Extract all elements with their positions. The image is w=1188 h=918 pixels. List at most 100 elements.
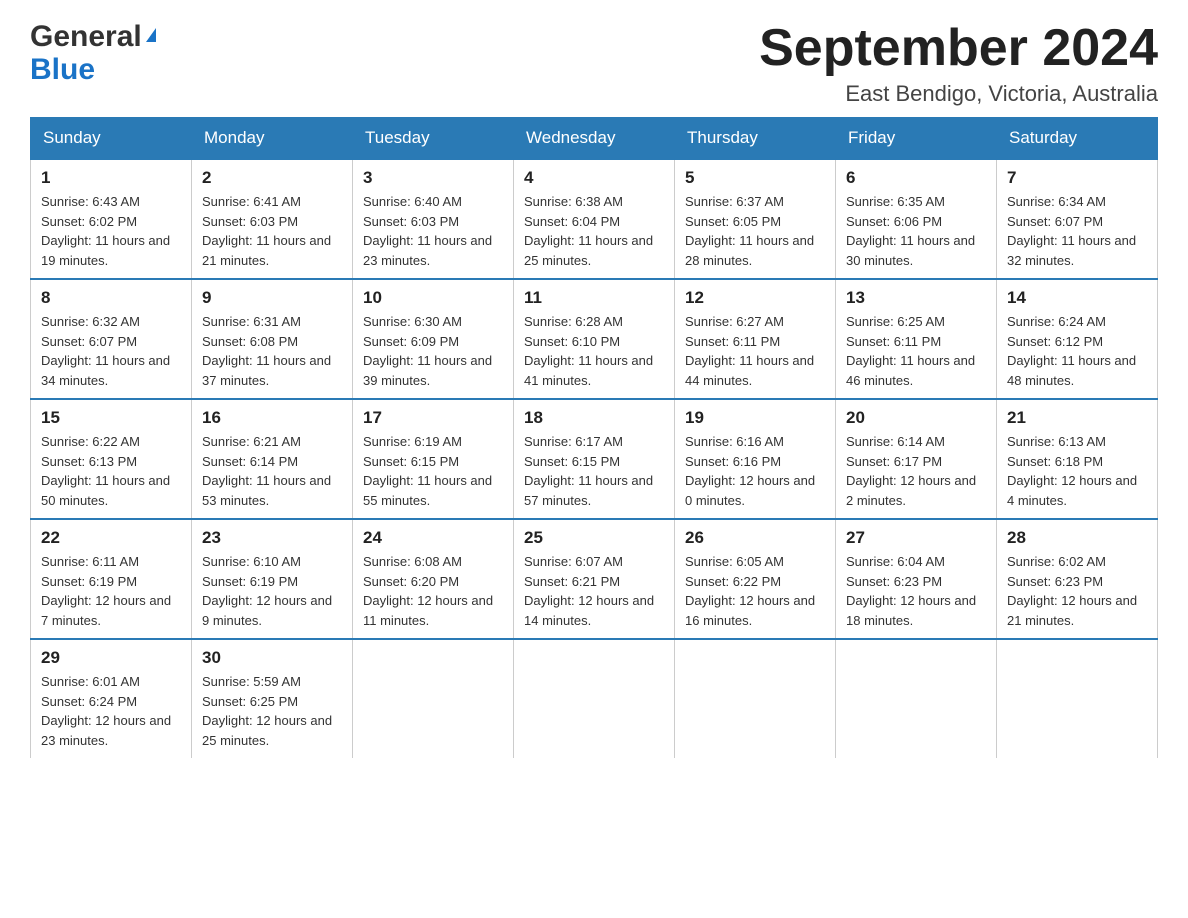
day-info: Sunrise: 6:13 AMSunset: 6:18 PMDaylight:… xyxy=(1007,432,1147,510)
calendar-cell: 9 Sunrise: 6:31 AMSunset: 6:08 PMDayligh… xyxy=(192,279,353,399)
day-info: Sunrise: 6:38 AMSunset: 6:04 PMDaylight:… xyxy=(524,192,664,270)
day-info: Sunrise: 6:43 AMSunset: 6:02 PMDaylight:… xyxy=(41,192,181,270)
day-number: 8 xyxy=(41,288,181,308)
day-info: Sunrise: 6:10 AMSunset: 6:19 PMDaylight:… xyxy=(202,552,342,630)
day-info: Sunrise: 6:19 AMSunset: 6:15 PMDaylight:… xyxy=(363,432,503,510)
calendar-cell: 5 Sunrise: 6:37 AMSunset: 6:05 PMDayligh… xyxy=(675,159,836,279)
day-info: Sunrise: 6:35 AMSunset: 6:06 PMDaylight:… xyxy=(846,192,986,270)
calendar-cell: 23 Sunrise: 6:10 AMSunset: 6:19 PMDaylig… xyxy=(192,519,353,639)
calendar-cell: 27 Sunrise: 6:04 AMSunset: 6:23 PMDaylig… xyxy=(836,519,997,639)
day-number: 20 xyxy=(846,408,986,428)
day-number: 18 xyxy=(524,408,664,428)
day-number: 25 xyxy=(524,528,664,548)
day-info: Sunrise: 6:24 AMSunset: 6:12 PMDaylight:… xyxy=(1007,312,1147,390)
day-info: Sunrise: 6:28 AMSunset: 6:10 PMDaylight:… xyxy=(524,312,664,390)
day-number: 5 xyxy=(685,168,825,188)
calendar-cell: 8 Sunrise: 6:32 AMSunset: 6:07 PMDayligh… xyxy=(31,279,192,399)
day-info: Sunrise: 6:27 AMSunset: 6:11 PMDaylight:… xyxy=(685,312,825,390)
calendar-cell: 20 Sunrise: 6:14 AMSunset: 6:17 PMDaylig… xyxy=(836,399,997,519)
day-number: 9 xyxy=(202,288,342,308)
day-info: Sunrise: 6:17 AMSunset: 6:15 PMDaylight:… xyxy=(524,432,664,510)
day-number: 21 xyxy=(1007,408,1147,428)
header-saturday: Saturday xyxy=(997,118,1158,160)
day-number: 16 xyxy=(202,408,342,428)
calendar-cell: 25 Sunrise: 6:07 AMSunset: 6:21 PMDaylig… xyxy=(514,519,675,639)
logo: General Blue xyxy=(30,20,156,86)
day-info: Sunrise: 6:04 AMSunset: 6:23 PMDaylight:… xyxy=(846,552,986,630)
day-number: 24 xyxy=(363,528,503,548)
calendar-cell: 10 Sunrise: 6:30 AMSunset: 6:09 PMDaylig… xyxy=(353,279,514,399)
day-number: 22 xyxy=(41,528,181,548)
calendar-cell: 11 Sunrise: 6:28 AMSunset: 6:10 PMDaylig… xyxy=(514,279,675,399)
day-info: Sunrise: 6:31 AMSunset: 6:08 PMDaylight:… xyxy=(202,312,342,390)
day-number: 4 xyxy=(524,168,664,188)
day-info: Sunrise: 6:34 AMSunset: 6:07 PMDaylight:… xyxy=(1007,192,1147,270)
header-sunday: Sunday xyxy=(31,118,192,160)
calendar-cell: 19 Sunrise: 6:16 AMSunset: 6:16 PMDaylig… xyxy=(675,399,836,519)
day-info: Sunrise: 6:05 AMSunset: 6:22 PMDaylight:… xyxy=(685,552,825,630)
calendar-header-row: Sunday Monday Tuesday Wednesday Thursday… xyxy=(31,118,1158,160)
calendar-table: Sunday Monday Tuesday Wednesday Thursday… xyxy=(30,117,1158,758)
day-info: Sunrise: 6:30 AMSunset: 6:09 PMDaylight:… xyxy=(363,312,503,390)
logo-blue-text: Blue xyxy=(30,53,156,86)
day-number: 1 xyxy=(41,168,181,188)
calendar-cell xyxy=(836,639,997,758)
page-subtitle: East Bendigo, Victoria, Australia xyxy=(759,81,1158,107)
day-number: 19 xyxy=(685,408,825,428)
day-info: Sunrise: 6:32 AMSunset: 6:07 PMDaylight:… xyxy=(41,312,181,390)
day-number: 12 xyxy=(685,288,825,308)
day-info: Sunrise: 6:14 AMSunset: 6:17 PMDaylight:… xyxy=(846,432,986,510)
day-info: Sunrise: 6:02 AMSunset: 6:23 PMDaylight:… xyxy=(1007,552,1147,630)
page-title: September 2024 xyxy=(759,20,1158,77)
day-number: 14 xyxy=(1007,288,1147,308)
title-section: September 2024 East Bendigo, Victoria, A… xyxy=(759,20,1158,107)
day-info: Sunrise: 6:11 AMSunset: 6:19 PMDaylight:… xyxy=(41,552,181,630)
day-info: Sunrise: 6:07 AMSunset: 6:21 PMDaylight:… xyxy=(524,552,664,630)
calendar-week-row: 29 Sunrise: 6:01 AMSunset: 6:24 PMDaylig… xyxy=(31,639,1158,758)
header-friday: Friday xyxy=(836,118,997,160)
calendar-cell: 18 Sunrise: 6:17 AMSunset: 6:15 PMDaylig… xyxy=(514,399,675,519)
day-number: 10 xyxy=(363,288,503,308)
day-number: 6 xyxy=(846,168,986,188)
calendar-week-row: 1 Sunrise: 6:43 AMSunset: 6:02 PMDayligh… xyxy=(31,159,1158,279)
day-info: Sunrise: 6:41 AMSunset: 6:03 PMDaylight:… xyxy=(202,192,342,270)
day-info: Sunrise: 6:22 AMSunset: 6:13 PMDaylight:… xyxy=(41,432,181,510)
day-number: 29 xyxy=(41,648,181,668)
calendar-cell: 29 Sunrise: 6:01 AMSunset: 6:24 PMDaylig… xyxy=(31,639,192,758)
calendar-cell: 30 Sunrise: 5:59 AMSunset: 6:25 PMDaylig… xyxy=(192,639,353,758)
calendar-cell xyxy=(997,639,1158,758)
day-info: Sunrise: 6:37 AMSunset: 6:05 PMDaylight:… xyxy=(685,192,825,270)
calendar-cell: 17 Sunrise: 6:19 AMSunset: 6:15 PMDaylig… xyxy=(353,399,514,519)
calendar-cell: 12 Sunrise: 6:27 AMSunset: 6:11 PMDaylig… xyxy=(675,279,836,399)
day-info: Sunrise: 6:21 AMSunset: 6:14 PMDaylight:… xyxy=(202,432,342,510)
day-number: 11 xyxy=(524,288,664,308)
day-number: 23 xyxy=(202,528,342,548)
day-number: 3 xyxy=(363,168,503,188)
header-wednesday: Wednesday xyxy=(514,118,675,160)
calendar-cell: 24 Sunrise: 6:08 AMSunset: 6:20 PMDaylig… xyxy=(353,519,514,639)
calendar-week-row: 22 Sunrise: 6:11 AMSunset: 6:19 PMDaylig… xyxy=(31,519,1158,639)
calendar-week-row: 15 Sunrise: 6:22 AMSunset: 6:13 PMDaylig… xyxy=(31,399,1158,519)
calendar-cell xyxy=(514,639,675,758)
calendar-cell: 3 Sunrise: 6:40 AMSunset: 6:03 PMDayligh… xyxy=(353,159,514,279)
calendar-cell: 6 Sunrise: 6:35 AMSunset: 6:06 PMDayligh… xyxy=(836,159,997,279)
calendar-cell: 28 Sunrise: 6:02 AMSunset: 6:23 PMDaylig… xyxy=(997,519,1158,639)
day-number: 2 xyxy=(202,168,342,188)
header-tuesday: Tuesday xyxy=(353,118,514,160)
day-info: Sunrise: 6:25 AMSunset: 6:11 PMDaylight:… xyxy=(846,312,986,390)
calendar-cell: 13 Sunrise: 6:25 AMSunset: 6:11 PMDaylig… xyxy=(836,279,997,399)
day-info: Sunrise: 6:01 AMSunset: 6:24 PMDaylight:… xyxy=(41,672,181,750)
calendar-cell: 15 Sunrise: 6:22 AMSunset: 6:13 PMDaylig… xyxy=(31,399,192,519)
header-thursday: Thursday xyxy=(675,118,836,160)
day-number: 17 xyxy=(363,408,503,428)
calendar-week-row: 8 Sunrise: 6:32 AMSunset: 6:07 PMDayligh… xyxy=(31,279,1158,399)
calendar-cell: 7 Sunrise: 6:34 AMSunset: 6:07 PMDayligh… xyxy=(997,159,1158,279)
day-number: 15 xyxy=(41,408,181,428)
day-number: 26 xyxy=(685,528,825,548)
day-number: 30 xyxy=(202,648,342,668)
day-number: 7 xyxy=(1007,168,1147,188)
logo-general-text: General xyxy=(30,20,156,53)
day-info: Sunrise: 6:40 AMSunset: 6:03 PMDaylight:… xyxy=(363,192,503,270)
calendar-cell: 26 Sunrise: 6:05 AMSunset: 6:22 PMDaylig… xyxy=(675,519,836,639)
calendar-cell: 1 Sunrise: 6:43 AMSunset: 6:02 PMDayligh… xyxy=(31,159,192,279)
